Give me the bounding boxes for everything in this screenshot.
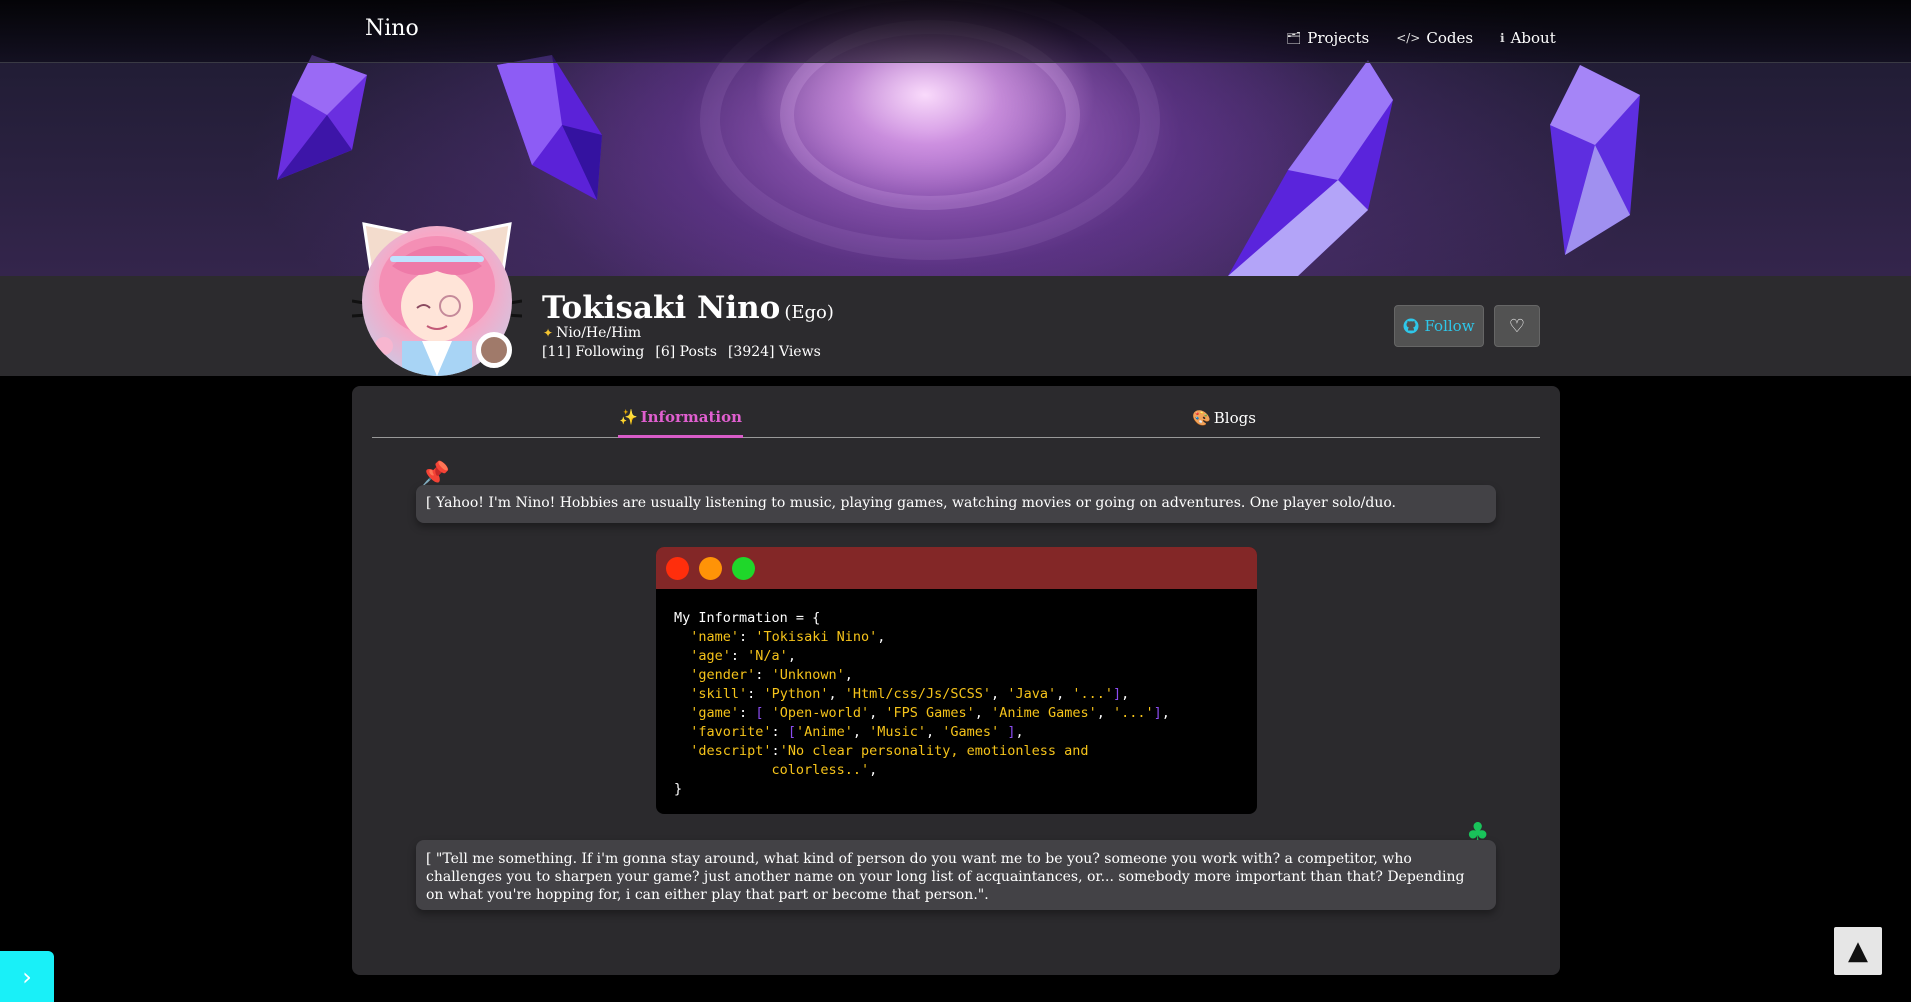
crystal-image — [1550, 65, 1640, 255]
chevron-right-icon: › — [22, 962, 32, 991]
github-icon — [1403, 318, 1419, 334]
folder-icon: 🗂 — [1286, 31, 1302, 45]
tab-bar: ✨ Information 🎨 Blogs — [372, 398, 1540, 438]
shooting-star-icon: ✦ — [543, 326, 554, 340]
profile-pronouns: ✦ Nio/He/Him — [543, 325, 641, 341]
close-dot[interactable] — [666, 556, 689, 580]
nav-link-label: About — [1510, 29, 1556, 47]
like-button[interactable]: ♡ — [1494, 305, 1540, 347]
nav-link-about[interactable]: ℹ About — [1500, 29, 1556, 47]
nav-link-projects[interactable]: 🗂 Projects — [1286, 29, 1369, 47]
maximize-dot[interactable] — [732, 556, 755, 580]
posts-count[interactable]: [6] Posts — [655, 344, 717, 360]
tab-label: Information — [640, 407, 743, 426]
sparkles-icon: ✨ — [618, 407, 638, 426]
heart-icon: ♡ — [1508, 315, 1526, 337]
tab-information[interactable]: ✨ Information — [618, 398, 743, 438]
site-brand[interactable]: Nino — [365, 16, 419, 41]
profile-header — [0, 276, 1911, 376]
following-count[interactable]: [11] Following — [542, 344, 644, 360]
code-window: My Information = { 'name': 'Tokisaki Nin… — [656, 547, 1257, 814]
content-card: ✨ Information 🎨 Blogs 📌 [ Yahoo! I'm Nin… — [352, 386, 1560, 975]
nav-link-label: Projects — [1307, 29, 1370, 47]
follow-label: Follow — [1424, 317, 1475, 335]
avatar-container — [352, 216, 522, 376]
quote-note: [ "Tell me something. If i'm gonna stay … — [416, 840, 1496, 910]
follow-button[interactable]: Follow — [1394, 305, 1484, 347]
views-count: [3924] Views — [727, 344, 821, 360]
arrow-up-icon: ▲ — [1848, 936, 1868, 966]
minimize-dot[interactable] — [699, 556, 722, 580]
profile-name-text: Tokisaki Nino — [542, 290, 781, 326]
crystal-image — [497, 55, 602, 200]
pushpin-icon: 📌 — [420, 460, 450, 488]
profile-nickname: (Ego) — [784, 302, 834, 323]
profile-stats: [11] Following [6] Posts [3924] Views — [542, 344, 821, 360]
scroll-to-top-button[interactable]: ▲ — [1834, 927, 1882, 975]
status-indicator — [476, 332, 512, 368]
top-navbar: Nino 🗂 Projects </> Codes ℹ About — [0, 0, 1911, 63]
profile-name: Tokisaki Nino (Ego) — [542, 290, 834, 326]
code-titlebar — [656, 547, 1257, 589]
info-icon: ℹ — [1500, 31, 1505, 45]
pronouns-text: Nio/He/Him — [556, 325, 642, 341]
nav-links: 🗂 Projects </> Codes ℹ About — [1286, 29, 1556, 47]
intro-note: [ Yahoo! I'm Nino! Hobbies are usually l… — [416, 485, 1496, 523]
sidebar-toggle-button[interactable]: › — [0, 951, 54, 1002]
palette-icon: 🎨 — [1192, 409, 1211, 427]
code-icon: </> — [1396, 31, 1421, 45]
tab-label: Blogs — [1213, 409, 1256, 427]
crystal-image — [1228, 60, 1393, 276]
crystal-image — [277, 55, 367, 180]
code-block: My Information = { 'name': 'Tokisaki Nin… — [674, 610, 1170, 797]
nav-link-codes[interactable]: </> Codes — [1396, 29, 1473, 47]
tab-blogs[interactable]: 🎨 Blogs — [1184, 398, 1264, 438]
nav-link-label: Codes — [1426, 29, 1474, 47]
